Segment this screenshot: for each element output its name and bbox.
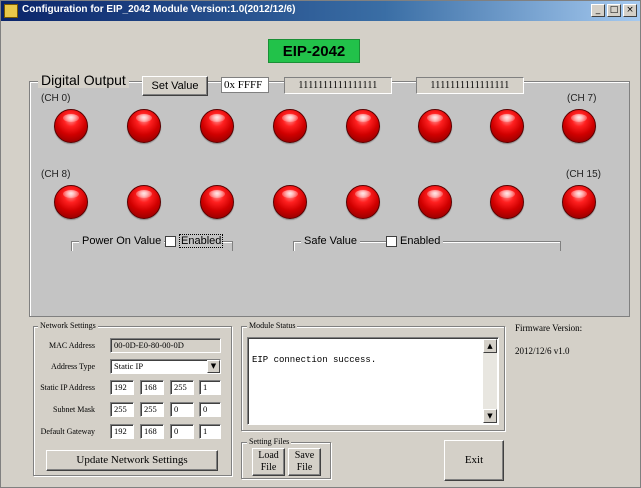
- load-file-label-2: File: [260, 462, 277, 473]
- ch15-label: (CH 15): [566, 169, 602, 180]
- update-network-settings-button[interactable]: Update Network Settings: [46, 450, 218, 471]
- mac-address-label: MAC Address: [48, 341, 95, 350]
- window-controls: _ □ ×: [591, 4, 637, 17]
- static-ip-octet-2[interactable]: 168: [140, 380, 164, 395]
- led-ch14[interactable]: [490, 185, 524, 219]
- led-ch10[interactable]: [200, 185, 234, 219]
- led-ch1[interactable]: [127, 109, 161, 143]
- power-on-checkbox[interactable]: [165, 235, 176, 247]
- static-ip-octet-4[interactable]: 1: [199, 380, 221, 395]
- digital-output-title: Digital Output: [38, 72, 129, 88]
- power-on-enabled-label: Enabled: [179, 234, 224, 248]
- led-ch0[interactable]: [54, 109, 88, 143]
- power-on-enabled[interactable]: Enabled: [165, 234, 224, 248]
- save-file-button[interactable]: Save File: [288, 448, 321, 476]
- exit-button[interactable]: Exit: [444, 440, 504, 481]
- set-value-button[interactable]: Set Value: [142, 76, 208, 96]
- window-title: Configuration for EIP_2042 Module Versio…: [22, 4, 296, 15]
- save-file-label-2: File: [296, 462, 313, 473]
- bits-display-low: 1111111111111111: [284, 77, 392, 94]
- scroll-up-icon[interactable]: ▲: [483, 339, 497, 353]
- safe-value-title: Safe Value: [301, 235, 361, 247]
- static-ip-octet-1[interactable]: 192: [110, 380, 134, 395]
- static-ip-label: Static IP Address: [40, 383, 95, 392]
- led-ch5[interactable]: [418, 109, 452, 143]
- ch0-label: (CH 0): [41, 93, 71, 104]
- firmware-version-label: Firmware Version:: [515, 323, 583, 333]
- static-ip-octet-3[interactable]: 255: [170, 380, 194, 395]
- address-type-select[interactable]: Static IP ▼: [110, 359, 221, 374]
- subnet-mask-label: Subnet Mask: [53, 405, 95, 414]
- safe-value-enabled[interactable]: Enabled: [386, 235, 444, 247]
- led-ch12[interactable]: [346, 185, 380, 219]
- led-ch8[interactable]: [54, 185, 88, 219]
- status-scrollbar[interactable]: ▲ ▼: [483, 339, 497, 423]
- safe-value-enabled-label: Enabled: [400, 235, 441, 247]
- gateway-octet-1[interactable]: 192: [110, 424, 134, 439]
- firmware-version-value: 2012/12/6 v1.0: [515, 346, 570, 356]
- load-file-button[interactable]: Load File: [252, 448, 285, 476]
- led-ch13[interactable]: [418, 185, 452, 219]
- subnet-octet-1[interactable]: 255: [110, 402, 134, 417]
- bits-display-high: 1111111111111111: [416, 77, 524, 94]
- chevron-down-icon[interactable]: ▼: [207, 360, 220, 373]
- ch7-label: (CH 7): [567, 93, 597, 104]
- address-type-label: Address Type: [51, 362, 95, 371]
- led-ch4[interactable]: [346, 109, 380, 143]
- digital-output-group: [29, 81, 630, 317]
- gateway-octet-4[interactable]: 1: [199, 424, 221, 439]
- gateway-octet-3[interactable]: 0: [170, 424, 194, 439]
- app-icon: [4, 4, 18, 18]
- address-type-value: Static IP: [114, 361, 144, 371]
- save-file-label-1: Save: [294, 450, 315, 461]
- network-settings-title: Network Settings: [38, 321, 98, 330]
- ch8-label: (CH 8): [41, 169, 71, 180]
- default-gateway-label: Default Gateway: [40, 427, 95, 436]
- led-ch9[interactable]: [127, 185, 161, 219]
- led-ch7[interactable]: [562, 109, 596, 143]
- config-window: Configuration for EIP_2042 Module Versio…: [0, 0, 641, 488]
- module-status-log[interactable]: EIP connection success. ▲ ▼: [247, 337, 499, 425]
- module-banner: EIP-2042: [268, 39, 360, 63]
- mac-address-field: 00-0D-E0-80-00-0D: [110, 338, 221, 353]
- led-ch15[interactable]: [562, 185, 596, 219]
- subnet-octet-4[interactable]: 0: [199, 402, 221, 417]
- title-bar[interactable]: Configuration for EIP_2042 Module Versio…: [1, 1, 640, 21]
- hex-value-input[interactable]: 0x FFFF: [221, 77, 269, 93]
- subnet-octet-3[interactable]: 0: [170, 402, 194, 417]
- gateway-octet-2[interactable]: 168: [140, 424, 164, 439]
- led-ch2[interactable]: [200, 109, 234, 143]
- module-status-title: Module Status: [247, 321, 298, 330]
- maximize-button[interactable]: □: [607, 4, 621, 17]
- led-ch11[interactable]: [273, 185, 307, 219]
- led-ch6[interactable]: [490, 109, 524, 143]
- setting-files-title: Setting Files: [247, 437, 292, 446]
- power-on-title: Power On Value: [79, 235, 165, 247]
- close-button[interactable]: ×: [623, 4, 637, 17]
- minimize-button[interactable]: _: [591, 4, 605, 17]
- module-status-text: EIP connection success.: [252, 355, 377, 365]
- load-file-label-1: Load: [258, 450, 279, 461]
- led-ch3[interactable]: [273, 109, 307, 143]
- safe-value-checkbox[interactable]: [386, 235, 397, 247]
- subnet-octet-2[interactable]: 255: [140, 402, 164, 417]
- scroll-down-icon[interactable]: ▼: [483, 409, 497, 423]
